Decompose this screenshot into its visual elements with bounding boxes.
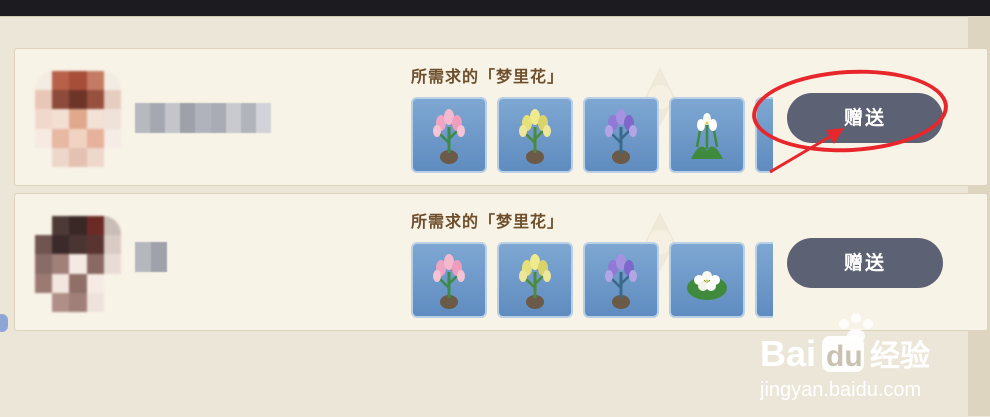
watermark-url: jingyan.baidu.com: [760, 379, 921, 401]
flower-list: [411, 242, 773, 318]
purple-lily-flower-icon[interactable]: [583, 97, 659, 173]
annotation-arrow-icon: [769, 128, 844, 174]
required-flower-title: 所需求的「梦里花」: [411, 212, 565, 231]
white-cluster-flower-icon[interactable]: [669, 242, 745, 318]
watermark-brand: Bai: [760, 333, 816, 374]
gift-button[interactable]: 赠送: [787, 238, 943, 288]
player-name-blurred: [135, 103, 271, 133]
edge-bubble-icon: [0, 314, 8, 332]
pink-lily-flower-icon[interactable]: [411, 242, 487, 318]
yellow-lily-flower-icon[interactable]: [497, 242, 573, 318]
avatar: [35, 216, 121, 312]
watermark-brand-box: du: [826, 340, 863, 373]
yellow-lily-flower-icon[interactable]: [497, 97, 573, 173]
white-bell-flower-icon[interactable]: [669, 97, 745, 173]
pink-lily-flower-icon[interactable]: [411, 97, 487, 173]
flower-list: [411, 97, 773, 173]
purple-lily-flower-icon[interactable]: [583, 242, 659, 318]
player-name-blurred: [135, 242, 167, 272]
top-black-bar: [0, 0, 990, 16]
required-flower-title: 所需求的「梦里花」: [411, 67, 565, 86]
baidu-jingyan-watermark: Bai du 经验 jingyan.baidu.com: [760, 313, 930, 401]
avatar: [35, 71, 121, 167]
watermark-brand-cn: 经验: [870, 339, 930, 373]
